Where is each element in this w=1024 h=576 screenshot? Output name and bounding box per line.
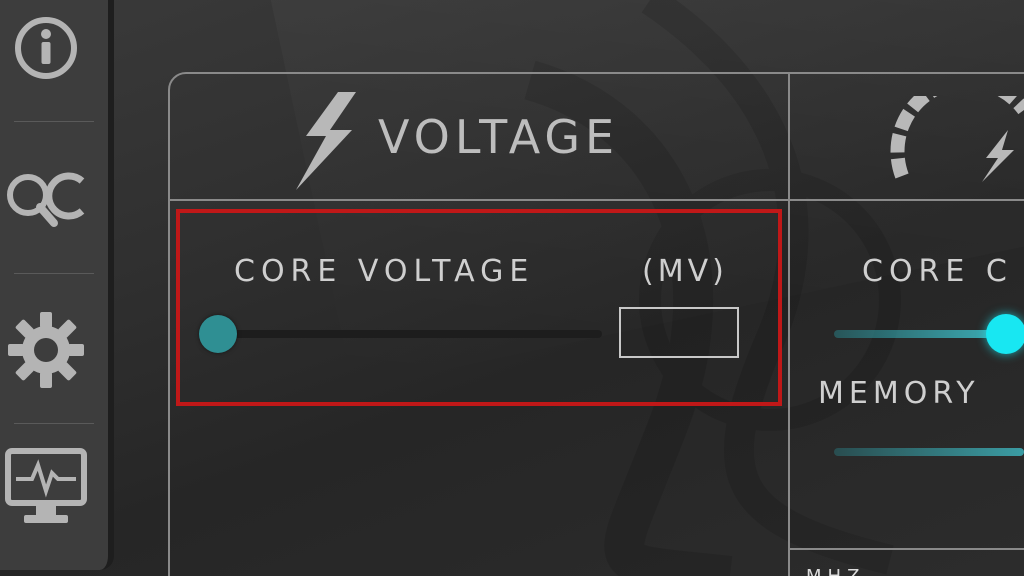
sidebar-item-monitor[interactable] xyxy=(0,427,92,547)
sidebar-item-info[interactable] xyxy=(0,0,92,121)
app-window: VOLTAGE CORE VOLTAGE (MV) CORE C MEMORY … xyxy=(0,0,1024,576)
sidebar-divider xyxy=(14,423,94,424)
sidebar-divider xyxy=(14,121,94,122)
memory-clock-label: MEMORY xyxy=(818,376,980,411)
clock-panel-footer-text: MHZ xyxy=(806,566,865,576)
oc-scanner-icon xyxy=(7,172,85,227)
sidebar-divider xyxy=(14,273,94,274)
core-clock-label: CORE C xyxy=(862,254,1013,289)
lightning-icon xyxy=(296,92,356,190)
sidebar-item-settings[interactable] xyxy=(0,277,92,423)
info-icon xyxy=(15,17,77,79)
panel-title-voltage: VOLTAGE xyxy=(378,110,620,164)
core-voltage-input[interactable] xyxy=(619,307,739,358)
clock-panel-divider xyxy=(788,548,1024,550)
panel-header-divider xyxy=(168,199,1024,201)
core-voltage-label: CORE VOLTAGE xyxy=(234,254,535,289)
sidebar xyxy=(0,0,114,570)
core-voltage-slider-track[interactable] xyxy=(218,330,602,338)
core-clock-slider-thumb[interactable] xyxy=(986,314,1024,354)
gear-icon xyxy=(8,312,84,388)
speedometer-icon xyxy=(890,96,1024,182)
monitor-pulse-icon xyxy=(5,448,87,523)
memory-clock-slider-track[interactable] xyxy=(834,448,1024,456)
core-voltage-slider-thumb[interactable] xyxy=(199,315,237,353)
sidebar-item-oc[interactable] xyxy=(0,125,92,271)
core-voltage-unit: (MV) xyxy=(642,254,728,289)
